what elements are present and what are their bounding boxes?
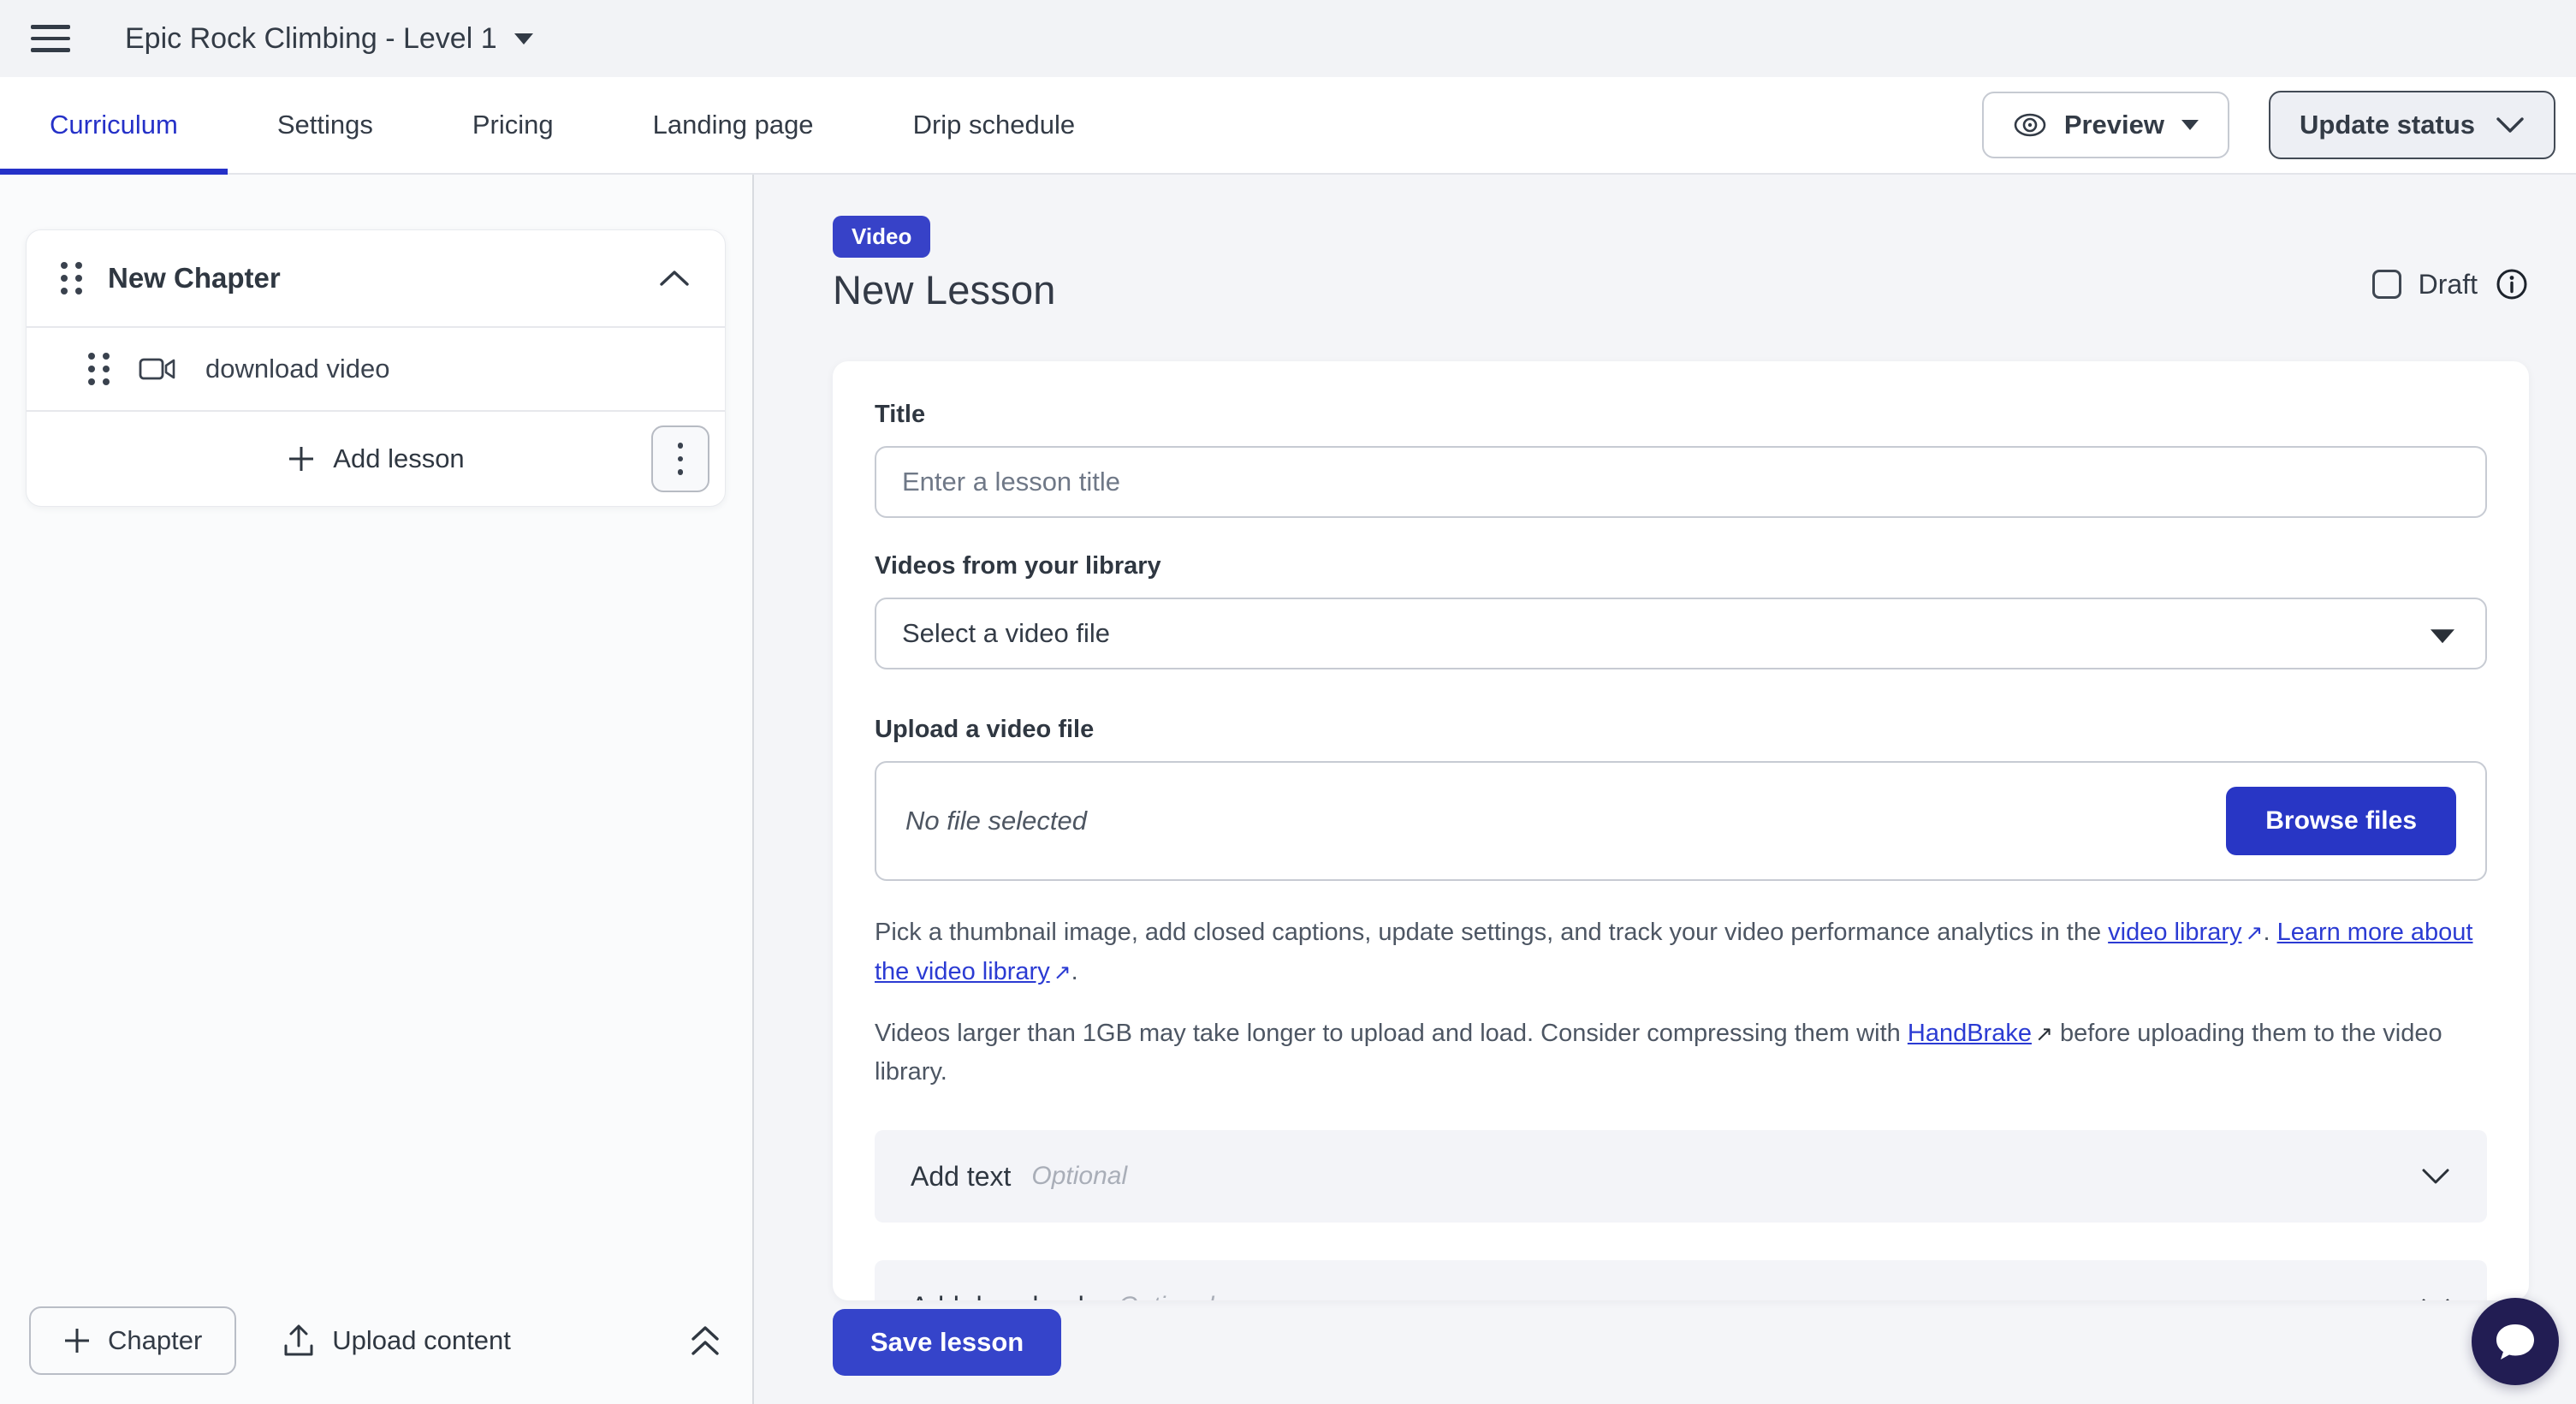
eye-icon: [2013, 112, 2047, 138]
tab-curriculum[interactable]: Curriculum: [0, 77, 228, 173]
add-text-label: Add text: [911, 1161, 1011, 1193]
tab-pricing[interactable]: Pricing: [423, 77, 603, 173]
course-title-dropdown[interactable]: Epic Rock Climbing - Level 1: [125, 22, 533, 56]
tabs: Curriculum Settings Pricing Landing page…: [0, 77, 1125, 173]
tab-settings[interactable]: Settings: [228, 77, 423, 173]
compression-help-text: Videos larger than 1GB may take longer t…: [875, 1014, 2487, 1093]
lesson-heading: New Lesson: [833, 266, 1056, 313]
optional-label: Optional: [1119, 1292, 1214, 1300]
file-upload-dropzone: No file selected Browse files: [875, 761, 2487, 881]
add-text-section[interactable]: Add text Optional: [875, 1130, 2487, 1223]
video-library-link[interactable]: video library: [2108, 919, 2241, 946]
optional-label: Optional: [1031, 1162, 1127, 1191]
course-builder-app: Epic Rock Climbing - Level 1 Curriculum …: [0, 0, 2576, 1404]
handbrake-link[interactable]: HandBrake: [1908, 1020, 2032, 1047]
plus-icon: [63, 1327, 91, 1354]
sidebar-footer: Chapter Upload content: [0, 1289, 752, 1404]
update-status-label: Update status: [2300, 110, 2475, 140]
lesson-editor: Video New Lesson Draft Title Videos from…: [754, 175, 2576, 1404]
video-library-select-value: Select a video file: [902, 618, 1110, 649]
external-link-icon: ↗: [2245, 917, 2263, 951]
chapter-title: New Chapter: [108, 262, 281, 294]
add-lesson-row: Add lesson: [27, 412, 725, 506]
add-lesson-button[interactable]: Add lesson: [287, 443, 464, 474]
draft-checkbox[interactable]: [2372, 270, 2401, 299]
tab-bar-actions: Preview Update status: [1982, 77, 2576, 173]
add-downloads-label: Add downloads: [911, 1291, 1098, 1300]
course-title: Epic Rock Climbing - Level 1: [125, 22, 497, 56]
library-field-label: Videos from your library: [875, 552, 2487, 580]
lesson-title: download video: [205, 354, 389, 384]
tab-landing-page[interactable]: Landing page: [603, 77, 864, 173]
upload-content-label: Upload content: [332, 1325, 511, 1356]
caret-down-icon: [2431, 629, 2454, 643]
chapter-options-button[interactable]: [651, 425, 709, 492]
draft-toggle-group: Draft: [2372, 267, 2529, 301]
lesson-form-card: Title Videos from your library Select a …: [833, 361, 2529, 1300]
chat-bubble-icon: [2491, 1319, 2539, 1364]
video-library-help-text: Pick a thumbnail image, add closed capti…: [875, 913, 2487, 992]
chevron-down-icon: [2496, 116, 2525, 134]
browse-files-button[interactable]: Browse files: [2226, 787, 2456, 855]
lesson-row[interactable]: download video: [27, 328, 725, 410]
upload-field-label: Upload a video file: [875, 716, 2487, 744]
lesson-type-badge: Video: [833, 216, 930, 258]
collapse-all-icon[interactable]: [687, 1322, 723, 1359]
preview-button[interactable]: Preview: [1982, 92, 2229, 158]
plus-icon: [287, 444, 316, 473]
video-camera-icon: [139, 356, 176, 382]
chevron-down-icon: [2420, 1296, 2451, 1300]
tab-drip-schedule[interactable]: Drip schedule: [864, 77, 1125, 173]
update-status-button[interactable]: Update status: [2269, 91, 2555, 159]
top-header: Epic Rock Climbing - Level 1: [0, 0, 2576, 77]
chat-widget-button[interactable]: [2472, 1298, 2559, 1385]
video-library-select[interactable]: Select a video file: [875, 598, 2487, 669]
chapter-card: New Chapter download video: [26, 229, 726, 507]
drag-handle-icon[interactable]: [61, 262, 82, 294]
caret-down-icon: [2181, 120, 2199, 130]
chevron-down-icon: [2420, 1166, 2451, 1187]
draft-label: Draft: [2419, 269, 2478, 300]
no-file-text: No file selected: [905, 806, 1087, 836]
drag-handle-icon[interactable]: [88, 353, 110, 385]
external-link-icon: ↗: [1054, 956, 1071, 991]
add-chapter-button[interactable]: Chapter: [29, 1306, 236, 1375]
chevron-up-icon[interactable]: [658, 268, 691, 289]
hamburger-menu-icon[interactable]: [31, 21, 72, 56]
add-chapter-label: Chapter: [108, 1325, 202, 1356]
title-field-label: Title: [875, 401, 2487, 429]
content-area: New Chapter download video: [0, 175, 2576, 1404]
upload-icon: [282, 1324, 315, 1358]
add-downloads-section[interactable]: Add downloads Optional: [875, 1260, 2487, 1300]
kebab-icon: [678, 443, 684, 449]
chapter-header[interactable]: New Chapter: [27, 230, 725, 326]
curriculum-sidebar: New Chapter download video: [0, 175, 754, 1404]
save-lesson-button[interactable]: Save lesson: [833, 1309, 1061, 1376]
external-link-icon: ↗: [2035, 1018, 2053, 1052]
tab-bar: Curriculum Settings Pricing Landing page…: [0, 77, 2576, 175]
upload-content-button[interactable]: Upload content: [282, 1324, 511, 1358]
lesson-title-input[interactable]: [875, 446, 2487, 518]
preview-label: Preview: [2064, 110, 2164, 140]
info-icon[interactable]: [2495, 267, 2529, 301]
add-lesson-label: Add lesson: [333, 443, 464, 474]
lesson-header: Video New Lesson Draft: [833, 216, 2529, 313]
caret-down-icon: [514, 33, 533, 45]
